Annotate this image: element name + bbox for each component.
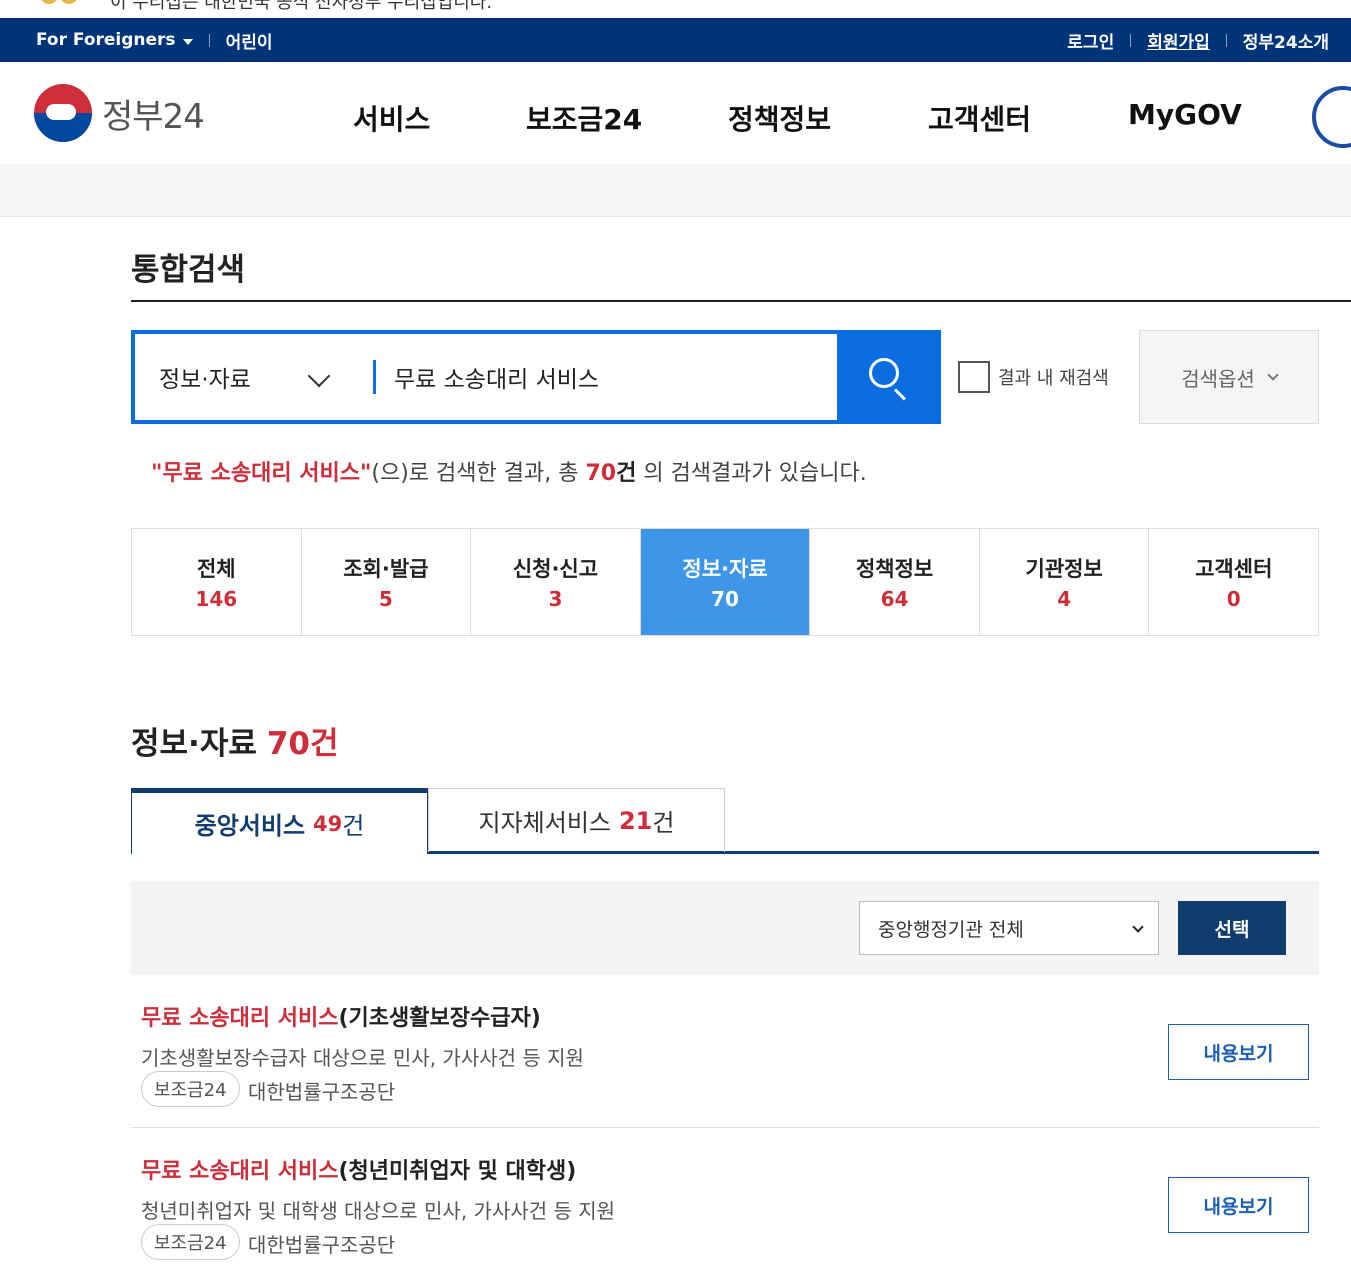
view-details-button[interactable]: 내용보기 [1168,1177,1309,1233]
tab-agency-info[interactable]: 기관정보 4 [980,529,1150,635]
search-input[interactable]: 무료 소송대리 서비스 [376,334,837,420]
result-message: "무료 소송대리 서비스"(으)로 검색한 결과, 총 70건 의 검색결과가 … [151,455,867,487]
divider [1130,33,1132,47]
section-title-text: 정보·자료 [131,726,257,762]
divider [208,33,210,47]
item-description: 기초생활보장수급자 대상으로 민사, 가사사건 등 지원 [141,1046,584,1070]
search-category-select[interactable]: 정보·자료 [135,334,373,420]
header: 정부24 서비스 보조금24 정책정보 고객센터 MyGOV [0,62,1351,164]
item-title[interactable]: 무료 소송대리 서비스(기초생활보장수급자) [141,1000,541,1032]
caret-down-icon [182,39,193,45]
tab-central-services[interactable]: 중앙서비스 49 건 [131,788,428,854]
agency-filter-select[interactable]: 중앙행정기관 전체 [859,901,1159,955]
result-count: 70 [585,461,617,486]
item-tag: 보조금24 [141,1224,240,1260]
tab-info-materials[interactable]: 정보·자료 70 [640,529,811,635]
section-title: 정보·자료 70건 [131,718,339,763]
result-keyword: "무료 소송대리 서비스" [151,461,372,486]
item-title[interactable]: 무료 소송대리 서비스(청년미취업자 및 대학생) [141,1153,576,1185]
nav-item-mygov[interactable]: MyGOV [1128,98,1242,131]
agency-filter-value: 중앙행정기관 전체 [878,918,1024,941]
kids-link[interactable]: 어린이 [226,28,273,53]
tab-policy-info[interactable]: 정책정보 64 [810,529,980,635]
nav-item-services[interactable]: 서비스 [353,98,430,138]
section-count: 70 [266,726,310,762]
recheck-option[interactable]: 결과 내 재검색 [958,361,1109,393]
list-item: 무료 소송대리 서비스(청년미취업자 및 대학생) 청년미취업자 및 대학생 대… [131,1129,1319,1268]
nav-item-policy[interactable]: 정책정보 [728,98,831,138]
filter-bar: 중앙행정기관 전체 선택 [131,881,1319,975]
result-text-tail: 의 검색결과가 있습니다. [636,461,867,486]
chevron-down-icon [1267,368,1279,381]
page-title: 통합검색 [131,252,246,288]
nav-item-customer-center[interactable]: 고객센터 [928,98,1031,138]
search-options-button[interactable]: 검색옵션 [1139,330,1319,424]
top-banner: 이 누리집은 대한민국 공식 전자정부 누리집입니다. [0,0,1351,18]
tab-all[interactable]: 전체 146 [132,529,302,635]
recheck-label: 결과 내 재검색 [998,368,1109,389]
sub-tabs: 중앙서비스 49 건 지자체서비스 21 건 [131,788,1319,854]
item-org: 대한법률구조공단 [248,1233,396,1257]
search-category-value: 정보·자료 [159,367,251,393]
tab-customer-center[interactable]: 고객센터 0 [1149,529,1318,635]
item-description: 청년미취업자 및 대학생 대상으로 민사, 가사사건 등 지원 [141,1199,616,1223]
tab-apply-report[interactable]: 신청·신고 3 [471,529,641,635]
chevron-down-icon [1132,921,1144,933]
category-tabs: 전체 146 조회·발급 5 신청·신고 3 정보·자료 70 정책정보 64 기관정보 4… [131,528,1319,636]
item-tag: 보조금24 [141,1071,240,1107]
divider [1225,33,1227,47]
login-link[interactable]: 로그인 [1067,28,1114,53]
list-item: 무료 소송대리 서비스(기초생활보장수급자) 기초생활보장수급자 대상으로 민사… [131,976,1319,1128]
view-details-button[interactable]: 내용보기 [1168,1024,1309,1080]
item-org: 대한법률구조공단 [248,1080,396,1104]
select-button[interactable]: 선택 [1178,901,1286,955]
search-icon [869,358,899,388]
chevron-down-icon [307,364,331,388]
result-unit: 건 [616,461,637,486]
search-options-label: 검색옵션 [1181,366,1255,391]
nav-item-subsidy24[interactable]: 보조금24 [526,98,642,138]
tab-lookup-issue[interactable]: 조회·발급 5 [302,529,472,635]
title-divider [131,300,1351,302]
section-unit: 건 [310,726,339,762]
result-text: (으)로 검색한 결과, 총 [371,461,586,486]
main-nav: 서비스 보조금24 정책정보 고객센터 MyGOV [0,62,1351,164]
signup-link[interactable]: 회원가입 [1147,28,1210,53]
search-box: 정보·자료 무료 소송대리 서비스 [131,330,941,424]
government-symbol-icon [40,0,84,8]
about-link[interactable]: 정부24소개 [1243,28,1329,53]
breadcrumb-band [0,164,1351,217]
utility-bar: For Foreigners 어린이 로그인 회원가입 정부24소개 [0,18,1351,62]
tab-local-services[interactable]: 지자체서비스 21 건 [428,788,725,852]
top-banner-text: 이 누리집은 대한민국 공식 전자정부 누리집입니다. [110,0,493,13]
recheck-checkbox[interactable] [958,361,990,393]
search-button[interactable] [837,330,941,424]
for-foreigners-link[interactable]: For Foreigners [36,30,193,50]
